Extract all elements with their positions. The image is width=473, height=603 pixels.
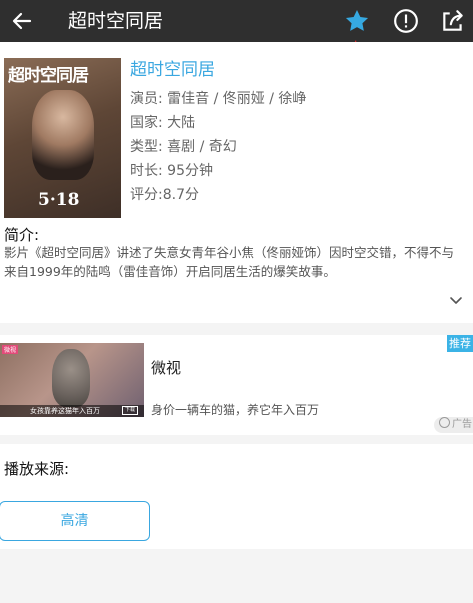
back-icon[interactable]: [10, 9, 34, 33]
movie-title: 超时空同居: [130, 60, 215, 80]
rating-line: 评分:8.7分: [130, 187, 199, 203]
cat-image: [52, 349, 90, 407]
intro-text: 影片《超时空同居》讲述了失意女青年谷小焦（佟丽娅饰）因时空交错，不得不与来自19…: [4, 245, 455, 279]
hd-source-button[interactable]: 高清: [0, 501, 150, 541]
ad-thumbnail[interactable]: 微视 女孩靠养这猫年入百万 下载: [0, 343, 144, 417]
poster-title: 超时空同居: [8, 66, 89, 86]
source-heading: 播放来源:: [4, 460, 70, 478]
ad-card[interactable]: 微视 女孩靠养这猫年入百万 下载 微视 身价一辆车的猫，养它年入百万 推荐 广告: [0, 335, 473, 435]
ad-label-text: 广告: [452, 419, 472, 430]
thumb-tag: 微视: [2, 345, 19, 354]
duration-line: 时长: 95分钟: [130, 163, 213, 179]
ad-description: 身价一辆车的猫，养它年入百万: [151, 403, 320, 417]
genre-line: 类型: 喜剧 / 奇幻: [130, 139, 237, 155]
poster-figure: [32, 90, 94, 180]
share-icon[interactable]: [440, 8, 466, 34]
ad-app-name: 微视: [151, 359, 182, 377]
movie-poster[interactable]: 超时空同居 5·18: [4, 58, 121, 218]
cast-line: 演员: 雷佳音 / 佟丽娅 / 徐峥: [130, 91, 307, 107]
recommend-badge: 推荐: [447, 335, 473, 352]
intro-heading: 简介:: [4, 226, 40, 244]
country-line: 国家: 大陆: [130, 115, 196, 131]
chevron-down-icon[interactable]: [448, 292, 464, 308]
alert-icon[interactable]: [393, 8, 419, 34]
top-bar: 超时空同居: [0, 0, 473, 42]
poster-date: 5·18: [38, 190, 80, 210]
thumb-download-button[interactable]: 下载: [121, 406, 138, 415]
page-title: 超时空同居: [68, 10, 164, 32]
ad-label: 广告: [434, 417, 473, 433]
ad-info-icon: [439, 417, 450, 428]
play-source-section: 播放来源: 高清: [0, 444, 473, 549]
bottom-area: [0, 549, 473, 603]
